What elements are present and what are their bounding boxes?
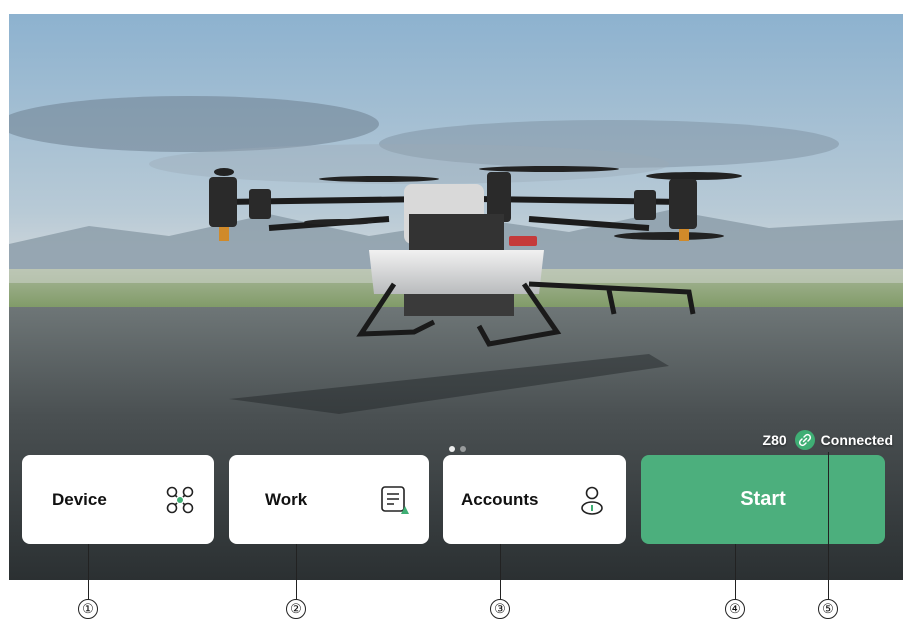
callout-line-5 [828,452,829,599]
callout-4: ④ [725,599,745,619]
connection-status: Z80 Connected [763,429,893,451]
callout-5: ⑤ [818,599,838,619]
accounts-label: Accounts [461,489,539,509]
device-model-label: Z80 [762,432,787,448]
connection-status-label: Connected [820,432,893,448]
callout-2: ② [286,599,306,619]
work-label: Work [265,489,308,509]
task-list-icon [379,484,411,516]
device-label: Device [52,489,107,509]
drone-icon [164,484,196,516]
callout-1: ① [78,599,98,619]
callout-3: ③ [490,599,510,619]
callout-line-2 [296,544,297,599]
start-button[interactable]: Start [641,455,885,544]
callout-line-4 [735,544,736,599]
link-icon [794,430,815,450]
work-card[interactable]: Work [229,455,429,544]
callout-line-3 [500,544,501,599]
callout-line-1 [88,544,89,599]
user-icon [576,484,608,516]
device-card[interactable]: Device [22,455,214,544]
accounts-card[interactable]: Accounts [443,455,626,544]
